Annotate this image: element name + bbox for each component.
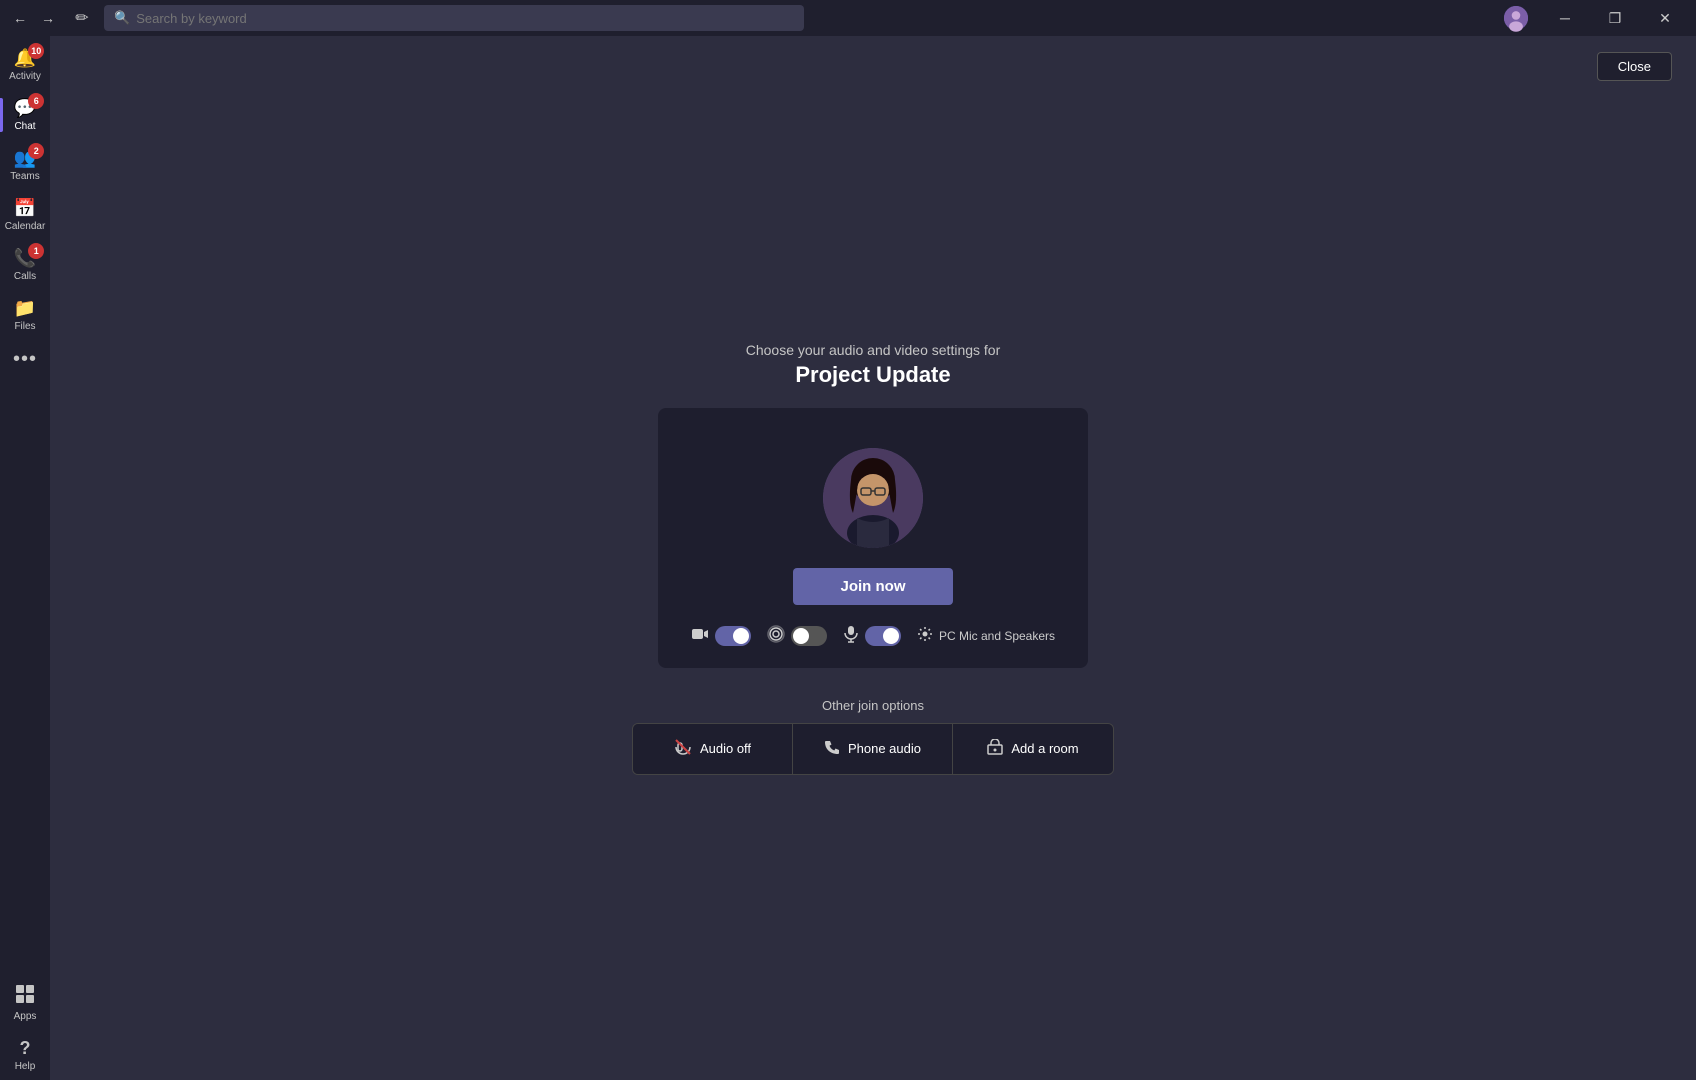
calls-badge: 1 (28, 243, 44, 259)
close-meeting-button[interactable]: Close (1597, 52, 1672, 81)
teams-badge: 2 (28, 143, 44, 159)
activity-icon: 🔔 10 (14, 48, 36, 69)
title-bar: ← → ✏ 🔍 ─ ❐ ✕ (0, 0, 1696, 36)
mic-toggle[interactable] (865, 626, 901, 646)
sidebar-item-label: Calls (14, 271, 36, 282)
compose-button[interactable]: ✏ (68, 4, 96, 32)
sidebar-item-label: Calendar (5, 221, 46, 232)
video-toggle[interactable] (715, 626, 751, 646)
app-body: 🔔 10 Activity 💬 6 Chat 👥 2 Teams 📅 Calen… (0, 36, 1696, 1080)
add-room-button[interactable]: Add a room (953, 724, 1113, 774)
files-icon: 📁 (14, 298, 36, 319)
preview-card: Join now (658, 408, 1088, 668)
phone-audio-label: Phone audio (848, 741, 921, 756)
video-toggle-knob (733, 628, 749, 644)
sidebar-item-label: Activity (9, 71, 41, 82)
main-content: Close Choose your audio and video settin… (50, 36, 1696, 1080)
other-options-buttons: Audio off Phone audio (632, 723, 1114, 775)
sidebar-item-label: Chat (14, 121, 35, 132)
user-avatar-preview (823, 448, 923, 548)
chat-badge: 6 (28, 93, 44, 109)
activity-badge: 10 (28, 43, 44, 59)
sidebar-item-calls[interactable]: 📞 1 Calls (0, 240, 50, 290)
sidebar: 🔔 10 Activity 💬 6 Chat 👥 2 Teams 📅 Calen… (0, 36, 50, 1080)
more-icon: ••• (13, 348, 37, 371)
restore-button[interactable]: ❐ (1592, 0, 1638, 36)
add-room-icon (987, 739, 1003, 759)
chat-icon: 💬 6 (14, 98, 36, 119)
audio-off-button[interactable]: Audio off (633, 724, 793, 774)
avatar-circle (1502, 4, 1530, 32)
search-input[interactable] (136, 11, 794, 26)
audio-label: PC Mic and Speakers (939, 629, 1055, 643)
calendar-icon: 📅 (14, 198, 36, 219)
minimize-button[interactable]: ─ (1542, 0, 1588, 36)
sidebar-item-label: Apps (14, 1011, 37, 1022)
other-options-area: Other join options Audio off (632, 698, 1114, 775)
sidebar-item-apps[interactable]: Apps (0, 976, 50, 1030)
meeting-title-area: Choose your audio and video settings for… (746, 342, 1001, 388)
controls-row: PC Mic and Speakers (691, 625, 1055, 648)
settings-icon (917, 626, 933, 647)
mic-icon (843, 625, 859, 648)
blur-toggle[interactable] (791, 626, 827, 646)
add-room-label: Add a room (1011, 741, 1078, 756)
other-options-label: Other join options (822, 698, 924, 713)
blur-control (767, 625, 827, 648)
sidebar-item-label: Help (15, 1061, 36, 1072)
sidebar-item-more[interactable]: ••• (0, 340, 50, 379)
phone-audio-icon (824, 739, 840, 759)
sidebar-item-label: Files (14, 321, 35, 332)
teams-icon: 👥 2 (14, 148, 36, 169)
user-avatar[interactable] (1502, 4, 1530, 32)
close-overlay: Close (1597, 52, 1672, 81)
forward-button[interactable]: → (36, 6, 60, 30)
mic-toggle-knob (883, 628, 899, 644)
audio-off-label: Audio off (700, 741, 751, 756)
nav-buttons: ← → (8, 6, 60, 30)
calls-icon: 📞 1 (14, 248, 36, 269)
sidebar-item-files[interactable]: 📁 Files (0, 290, 50, 340)
sidebar-item-teams[interactable]: 👥 2 Teams (0, 140, 50, 190)
join-area: Choose your audio and video settings for… (50, 36, 1696, 1080)
search-icon: 🔍 (114, 10, 130, 26)
video-icon (691, 625, 709, 648)
apps-icon (15, 984, 35, 1009)
back-button[interactable]: ← (8, 6, 32, 30)
help-icon: ? (20, 1038, 31, 1059)
sidebar-item-chat[interactable]: 💬 6 Chat (0, 90, 50, 140)
search-bar[interactable]: 🔍 (104, 5, 804, 31)
avatar-svg (823, 448, 923, 548)
meeting-subtitle: Choose your audio and video settings for (746, 342, 1001, 358)
blur-icon (767, 625, 785, 648)
video-control (691, 625, 751, 648)
sidebar-item-help[interactable]: ? Help (0, 1030, 50, 1080)
window-close-button[interactable]: ✕ (1642, 0, 1688, 36)
sidebar-item-calendar[interactable]: 📅 Calendar (0, 190, 50, 240)
meeting-title: Project Update (746, 362, 1001, 388)
audio-off-icon (674, 738, 692, 760)
title-bar-right: ─ ❐ ✕ (1502, 0, 1688, 36)
sidebar-item-activity[interactable]: 🔔 10 Activity (0, 40, 50, 90)
sidebar-item-label: Teams (10, 171, 39, 182)
audio-settings: PC Mic and Speakers (917, 626, 1055, 647)
mic-control (843, 625, 901, 648)
join-now-button[interactable]: Join now (793, 568, 953, 605)
blur-toggle-knob (793, 628, 809, 644)
phone-audio-button[interactable]: Phone audio (793, 724, 953, 774)
